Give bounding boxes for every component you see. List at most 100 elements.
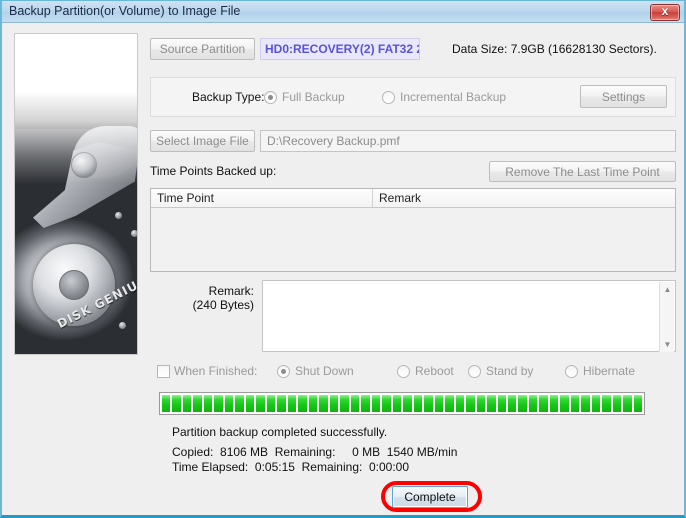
progress-segment bbox=[298, 395, 307, 412]
progress-segment bbox=[549, 395, 559, 412]
progress-segment bbox=[455, 395, 465, 412]
when-finished-checkbox[interactable]: When Finished: bbox=[157, 364, 257, 378]
progress-segment bbox=[602, 395, 611, 412]
image-file-path-input[interactable]: D:\Recovery Backup.pmf bbox=[260, 130, 676, 152]
screw-icon bbox=[119, 322, 126, 329]
progress-segment bbox=[570, 395, 580, 412]
screw-icon bbox=[115, 212, 122, 219]
hard-drive-graphic: DISK GENIUS bbox=[15, 34, 137, 354]
when-finished-label: When Finished: bbox=[174, 364, 258, 378]
radio-shut-down[interactable]: Shut Down bbox=[277, 364, 354, 378]
data-size-label: Data Size: 7.9GB (16628130 Sectors). bbox=[452, 42, 657, 56]
progress-segment bbox=[507, 395, 517, 412]
progress-segment bbox=[382, 395, 391, 412]
progress-bar bbox=[159, 392, 645, 415]
triangle-down-icon[interactable]: ▼ bbox=[660, 337, 675, 352]
radio-dot-icon bbox=[468, 364, 481, 378]
progress-segment bbox=[539, 395, 548, 412]
title-bar: Backup Partition(or Volume) to Image Fil… bbox=[2, 1, 684, 23]
radio-reboot[interactable]: Reboot bbox=[397, 364, 454, 378]
screw-icon bbox=[131, 230, 137, 237]
remark-size-hint: (240 Bytes) bbox=[192, 298, 254, 312]
progress-segment bbox=[528, 395, 538, 412]
progress-segment bbox=[203, 395, 213, 412]
progress-segment bbox=[497, 395, 506, 412]
checkbox-icon bbox=[157, 364, 170, 378]
progress-segment bbox=[466, 395, 475, 412]
select-image-file-button[interactable]: Select Image File bbox=[150, 130, 255, 152]
progress-segment bbox=[434, 395, 444, 412]
progress-segment bbox=[162, 395, 171, 412]
progress-segment bbox=[329, 395, 339, 412]
time-points-label: Time Points Backed up: bbox=[150, 164, 277, 178]
complete-button[interactable]: Complete bbox=[392, 486, 468, 508]
progress-segment bbox=[413, 395, 423, 412]
progress-segment bbox=[193, 395, 202, 412]
progress-segment bbox=[235, 395, 244, 412]
close-icon[interactable]: x bbox=[650, 4, 680, 21]
progress-segment bbox=[182, 395, 192, 412]
radio-incremental-backup-label: Incremental Backup bbox=[400, 90, 507, 104]
settings-button[interactable]: Settings bbox=[580, 85, 667, 108]
progress-segment bbox=[371, 395, 381, 412]
column-header-remark[interactable]: Remark bbox=[373, 189, 421, 207]
radio-full-backup[interactable]: Full Backup bbox=[264, 90, 345, 104]
progress-segment bbox=[277, 395, 286, 412]
progress-segment bbox=[172, 395, 181, 412]
progress-segment bbox=[392, 395, 402, 412]
progress-segment bbox=[350, 395, 360, 412]
progress-segment bbox=[319, 395, 328, 412]
progress-segment bbox=[361, 395, 370, 412]
progress-segment bbox=[476, 395, 486, 412]
remark-textarea[interactable]: ▲ ▼ bbox=[262, 280, 676, 352]
copied-stats: Copied: 8106 MB Remaining: 0 MB 1540 MB/… bbox=[172, 445, 458, 459]
radio-shut-down-label: Shut Down bbox=[295, 364, 354, 378]
close-glyph: x bbox=[661, 4, 669, 18]
remark-label: Remark: bbox=[208, 284, 254, 298]
progress-segment bbox=[623, 395, 632, 412]
progress-segment bbox=[256, 395, 265, 412]
remark-scrollbar[interactable]: ▲ ▼ bbox=[659, 282, 674, 352]
status-message: Partition backup completed successfully. bbox=[172, 425, 388, 439]
progress-segment bbox=[581, 395, 590, 412]
radio-hibernate-label: Hibernate bbox=[583, 364, 636, 378]
radio-full-backup-label: Full Backup bbox=[282, 90, 345, 104]
time-points-list[interactable]: Time Point Remark bbox=[150, 188, 676, 272]
progress-segment bbox=[266, 395, 276, 412]
progress-segment bbox=[340, 395, 349, 412]
triangle-up-icon[interactable]: ▲ bbox=[660, 282, 675, 297]
progress-segment bbox=[245, 395, 255, 412]
progress-segment bbox=[224, 395, 234, 412]
progress-segment bbox=[403, 395, 412, 412]
column-header-time-point[interactable]: Time Point bbox=[151, 189, 373, 207]
remove-last-time-point-button[interactable]: Remove The Last Time Point bbox=[489, 161, 676, 182]
progress-segment bbox=[518, 395, 527, 412]
radio-dot-icon bbox=[565, 364, 578, 378]
progress-segment bbox=[612, 395, 622, 412]
spindle-hub bbox=[59, 270, 89, 300]
progress-segment bbox=[445, 395, 454, 412]
radio-dot-icon bbox=[264, 90, 277, 104]
backup-type-label: Backup Type: bbox=[192, 90, 265, 104]
progress-segment bbox=[214, 395, 223, 412]
radio-dot-icon bbox=[397, 364, 410, 378]
radio-hibernate[interactable]: Hibernate bbox=[565, 364, 635, 378]
disk-illustration: DISK GENIUS bbox=[14, 33, 138, 355]
radio-dot-icon bbox=[277, 364, 290, 378]
progress-segment bbox=[487, 395, 496, 412]
time-stats: Time Elapsed: 0:05:15 Remaining: 0:00:00 bbox=[172, 460, 410, 474]
progress-segment bbox=[560, 395, 569, 412]
source-partition-value: HD0:RECOVERY(2) FAT32 25. bbox=[260, 38, 420, 60]
radio-stand-by[interactable]: Stand by bbox=[468, 364, 533, 378]
progress-segment bbox=[308, 395, 318, 412]
progress-segment bbox=[424, 395, 433, 412]
radio-reboot-label: Reboot bbox=[415, 364, 454, 378]
radio-dot-icon bbox=[382, 90, 395, 104]
window-title: Backup Partition(or Volume) to Image Fil… bbox=[9, 4, 241, 18]
radio-incremental-backup[interactable]: Incremental Backup bbox=[382, 90, 506, 104]
image-fade-overlay bbox=[15, 34, 137, 184]
progress-segment bbox=[591, 395, 601, 412]
source-partition-button[interactable]: Source Partition bbox=[150, 38, 255, 60]
progress-segment bbox=[633, 395, 643, 412]
radio-stand-by-label: Stand by bbox=[486, 364, 534, 378]
